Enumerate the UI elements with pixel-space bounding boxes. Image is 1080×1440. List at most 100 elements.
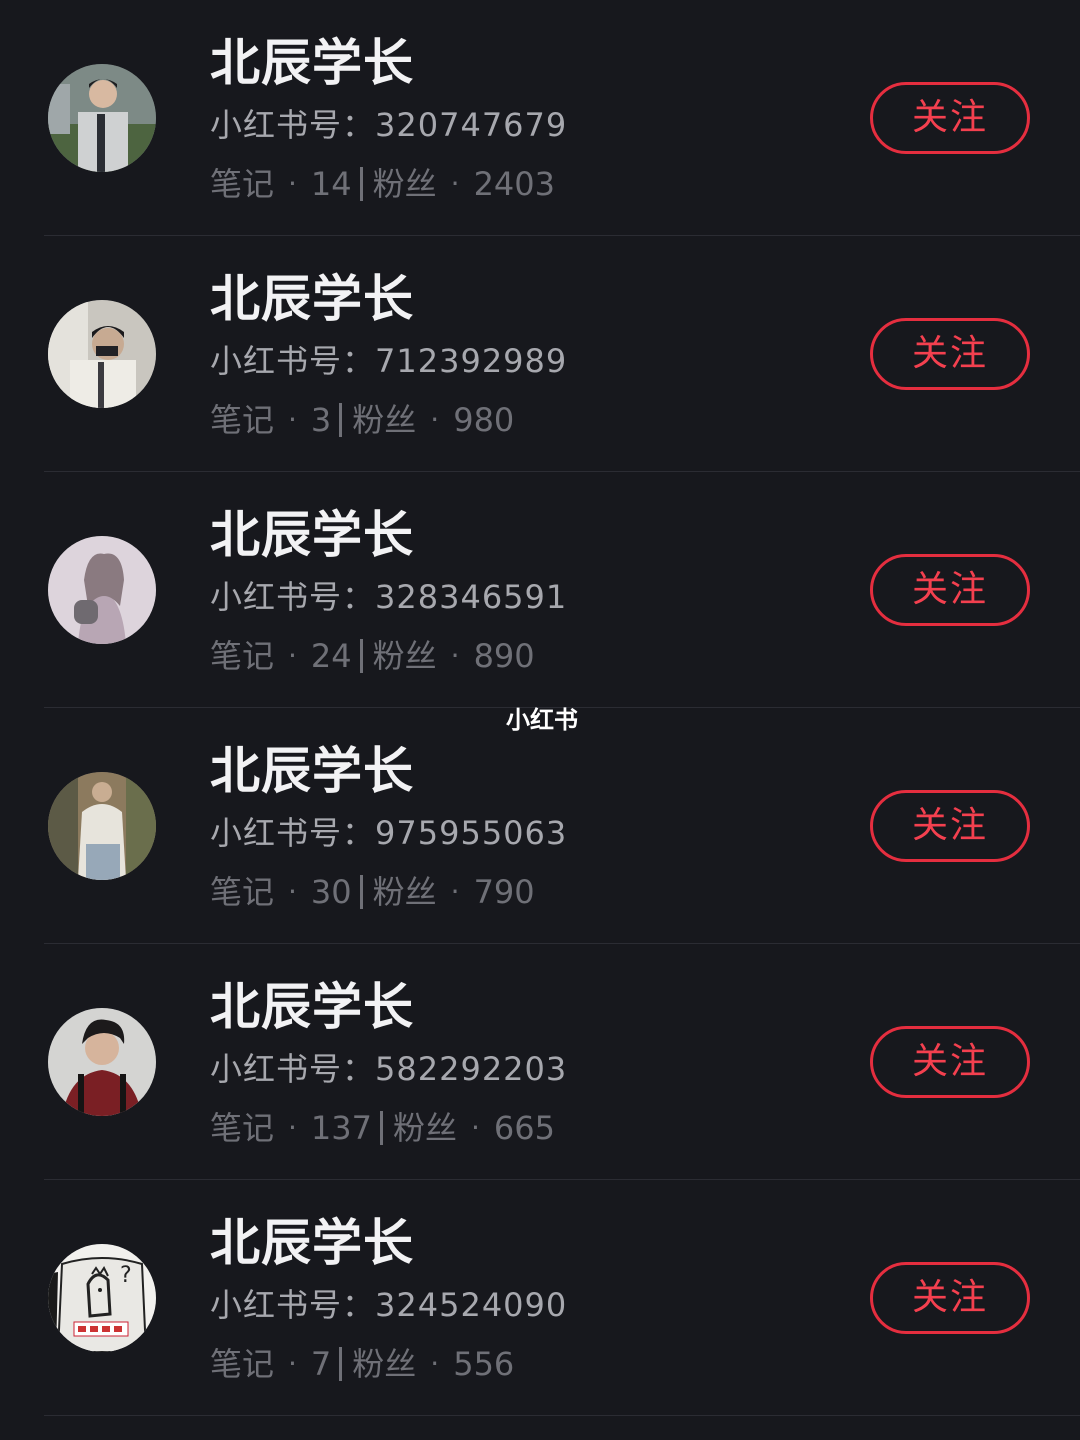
user-avatar[interactable]	[48, 64, 156, 172]
user-list-item[interactable]: ? 北辰学长 小红书号：324524090 笔记 · 7 粉丝 · 556 关注	[0, 1180, 1080, 1416]
user-name[interactable]: 北辰学长	[210, 502, 414, 568]
dot-separator: ·	[288, 875, 297, 908]
notes-count: 7	[310, 1345, 332, 1383]
notes-count: 14	[310, 165, 352, 203]
follow-button[interactable]: 关注	[870, 1026, 1030, 1098]
user-avatar[interactable]	[48, 536, 156, 644]
user-id-line: 小红书号：328346591	[210, 574, 567, 620]
fans-label: 粉丝	[372, 637, 437, 675]
user-id-value: 975955063	[375, 814, 568, 852]
stats-divider	[359, 167, 363, 201]
notes-label: 笔记	[210, 637, 275, 675]
follow-button[interactable]: 关注	[870, 554, 1030, 626]
user-stats: 笔记 · 7 粉丝 · 556	[210, 1340, 514, 1388]
notes-label: 笔记	[210, 401, 275, 439]
dot-separator: ·	[288, 1111, 297, 1144]
user-avatar[interactable]	[48, 1008, 156, 1116]
user-id-line: 小红书号：324524090	[210, 1282, 567, 1328]
user-list-item[interactable]: 北辰学长 小红书号：328346591 笔记 · 24 粉丝 · 890 关注	[0, 472, 1080, 708]
avatar-photo-1	[48, 64, 156, 172]
fans-count: 980	[453, 401, 515, 439]
user-stats: 笔记 · 30 粉丝 · 790	[210, 868, 535, 916]
stats-divider	[359, 875, 363, 909]
avatar-drawing-6: ?	[48, 1244, 156, 1352]
user-stats: 笔记 · 14 粉丝 · 2403	[210, 160, 555, 208]
stats-divider	[380, 1111, 383, 1145]
user-name[interactable]: 北辰学长	[210, 974, 414, 1040]
dot-separator: ·	[450, 639, 460, 672]
user-list-item[interactable]: 北辰学长 小红书号：320747679 笔记 · 14 粉丝 · 2403 关注	[0, 0, 1080, 236]
user-id-label: 小红书号：	[210, 1050, 376, 1088]
dot-separator: ·	[450, 875, 460, 908]
fans-count: 890	[473, 637, 535, 675]
dot-separator: ·	[471, 1111, 480, 1144]
user-id-label: 小红书号：	[210, 106, 376, 144]
follow-button[interactable]: 关注	[870, 1262, 1030, 1334]
stats-divider	[339, 403, 343, 437]
fans-label: 粉丝	[352, 1345, 417, 1383]
user-id-value: 712392989	[375, 342, 568, 380]
user-avatar[interactable]	[48, 300, 156, 408]
user-stats: 笔记 · 24 粉丝 · 890	[210, 632, 535, 680]
user-name[interactable]: 北辰学长	[210, 30, 414, 96]
user-id-label: 小红书号：	[210, 578, 376, 616]
watermark-logo: 小红书	[506, 706, 578, 734]
notes-count: 24	[310, 637, 352, 675]
user-list-item[interactable]: 北辰学长 小红书号：582292203 笔记 · 137 粉丝 · 665 关注	[0, 944, 1080, 1180]
user-name[interactable]: 北辰学长	[210, 738, 414, 804]
user-list-item[interactable]: 北辰学长 小红书号：975955063 笔记 · 30 粉丝 · 790 关注	[0, 708, 1080, 944]
fans-count: 556	[453, 1345, 515, 1383]
notes-label: 笔记	[210, 165, 275, 203]
user-stats: 笔记 · 3 粉丝 · 980	[210, 396, 514, 444]
fans-count: 2403	[473, 165, 555, 203]
notes-label: 笔记	[210, 1109, 275, 1147]
avatar-photo-2	[48, 300, 156, 408]
notes-label: 笔记	[210, 873, 275, 911]
user-id-line: 小红书号：712392989	[210, 338, 567, 384]
dot-separator: ·	[450, 167, 460, 200]
follow-button[interactable]: 关注	[870, 82, 1030, 154]
fans-label: 粉丝	[352, 401, 417, 439]
user-search-results-page: 北辰学长 小红书号：320747679 笔记 · 14 粉丝 · 2403 关注	[0, 0, 1080, 1440]
dot-separator: ·	[430, 1347, 440, 1380]
user-id-label: 小红书号：	[210, 814, 376, 852]
stats-divider	[339, 1347, 343, 1381]
follow-button[interactable]: 关注	[870, 790, 1030, 862]
user-stats: 笔记 · 137 粉丝 · 665	[210, 1104, 555, 1152]
user-avatar[interactable]: ?	[48, 1244, 156, 1352]
dot-separator: ·	[288, 167, 297, 200]
user-id-line: 小红书号：975955063	[210, 810, 567, 856]
dot-separator: ·	[288, 403, 297, 436]
notes-count: 3	[310, 401, 332, 439]
avatar-photo-5	[48, 1008, 156, 1116]
avatar-photo-4	[48, 772, 156, 880]
stats-divider	[359, 639, 363, 673]
fans-count: 790	[473, 873, 535, 911]
row-divider	[44, 1415, 1080, 1416]
user-id-value: 320747679	[375, 106, 568, 144]
fans-count: 665	[493, 1109, 555, 1147]
user-id-label: 小红书号：	[210, 1286, 376, 1324]
user-id-line: 小红书号：320747679	[210, 102, 567, 148]
follow-button[interactable]: 关注	[870, 318, 1030, 390]
fans-label: 粉丝	[372, 165, 437, 203]
user-name[interactable]: 北辰学长	[210, 266, 414, 332]
user-id-value: 582292203	[375, 1050, 568, 1088]
notes-count: 137	[310, 1109, 372, 1147]
user-id-value: 328346591	[375, 578, 568, 616]
user-list-item[interactable]: 北辰学长 小红书号：712392989 笔记 · 3 粉丝 · 980 关注	[0, 236, 1080, 472]
svg-text:?: ?	[120, 1263, 132, 1288]
dot-separator: ·	[288, 639, 297, 672]
user-id-line: 小红书号：582292203	[210, 1046, 567, 1092]
notes-label: 笔记	[210, 1345, 275, 1383]
user-name[interactable]: 北辰学长	[210, 1210, 414, 1276]
fans-label: 粉丝	[372, 873, 437, 911]
fans-label: 粉丝	[393, 1109, 458, 1147]
avatar-photo-3	[48, 536, 156, 644]
user-id-value: 324524090	[375, 1286, 568, 1324]
dot-separator: ·	[430, 403, 440, 436]
user-id-label: 小红书号：	[210, 342, 376, 380]
notes-count: 30	[310, 873, 352, 911]
user-avatar[interactable]	[48, 772, 156, 880]
dot-separator: ·	[288, 1347, 297, 1380]
